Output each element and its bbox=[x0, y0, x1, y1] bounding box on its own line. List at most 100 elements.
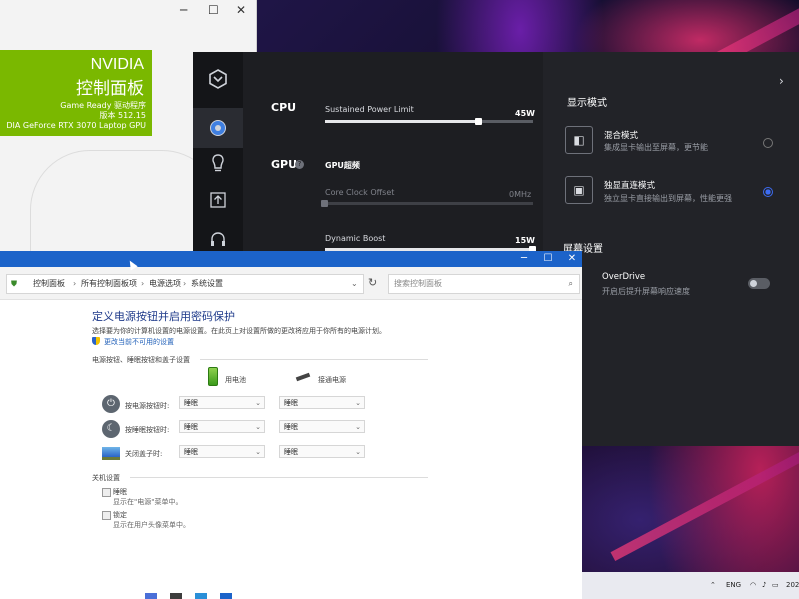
app-logo-icon bbox=[205, 66, 231, 92]
overdrive-title: OverDrive bbox=[602, 272, 646, 282]
tray-chevron-icon[interactable]: ⌃ bbox=[710, 581, 716, 589]
search-icon: ⌕ bbox=[568, 279, 573, 288]
taskbar: ⌃ ENG ◠ ♪ ▭ 202 bbox=[582, 572, 799, 599]
power-button-plugged-select[interactable]: 睡眠 ⌄ bbox=[279, 396, 365, 409]
lock-label: 锁定 bbox=[113, 511, 127, 519]
display-mode-title: 显示模式 bbox=[567, 98, 607, 109]
select-value: 睡眠 bbox=[184, 423, 198, 431]
chevron-down-icon: ⌄ bbox=[355, 399, 361, 407]
nvidia-window-controls: ─ ☐ ✕ bbox=[0, 0, 256, 22]
breadcrumb-system-settings[interactable]: 系统设置 bbox=[191, 275, 223, 293]
chevron-down-icon: ⌄ bbox=[355, 448, 361, 456]
close-icon[interactable]: ✕ bbox=[560, 251, 584, 267]
power-button-icon: ⏻ bbox=[102, 395, 120, 413]
sleep-checkbox[interactable] bbox=[102, 488, 111, 497]
overdrive-toggle[interactable] bbox=[748, 278, 770, 289]
select-value: 睡眠 bbox=[284, 399, 298, 407]
select-value: 睡眠 bbox=[184, 399, 198, 407]
buttons-section-title: 电源按钮、睡眠按钮和盖子设置 bbox=[92, 356, 190, 364]
breadcrumb-separator-icon: › bbox=[141, 279, 145, 288]
performance-icon[interactable] bbox=[205, 115, 231, 141]
headset-icon[interactable] bbox=[205, 226, 231, 252]
breadcrumb-separator-icon: › bbox=[73, 279, 77, 288]
hybrid-mode-radio[interactable] bbox=[763, 138, 773, 148]
page-title: 定义电源按钮并启用密码保护 bbox=[92, 310, 235, 323]
cpu-spl-handle[interactable] bbox=[475, 118, 482, 125]
hybrid-mode-icon: ◧ bbox=[565, 126, 593, 154]
sleep-desc: 显示在"电源"菜单中。 bbox=[113, 498, 183, 506]
plugged-column-header: 接通电源 bbox=[318, 376, 346, 384]
lighting-icon[interactable] bbox=[205, 150, 231, 176]
cpu-label: CPU bbox=[271, 101, 297, 114]
minimize-icon[interactable]: ─ bbox=[512, 251, 536, 267]
discrete-mode-radio[interactable] bbox=[763, 187, 773, 197]
control-panel-icon: ⛊ bbox=[11, 279, 17, 288]
cpu-spl-label: Sustained Power Limit bbox=[325, 105, 414, 114]
lid-close-battery-select[interactable]: 睡眠 ⌄ bbox=[179, 445, 265, 458]
wifi-icon[interactable]: ◠ bbox=[750, 581, 756, 589]
close-icon[interactable]: ✕ bbox=[236, 3, 246, 17]
taskbar-app-icon[interactable] bbox=[145, 593, 157, 599]
volume-icon[interactable]: ♪ bbox=[762, 581, 766, 589]
lock-checkbox[interactable] bbox=[102, 511, 111, 520]
chevron-down-icon: ⌄ bbox=[255, 399, 261, 407]
row-label: 关闭盖子时: bbox=[125, 450, 163, 458]
core-clock-track[interactable] bbox=[325, 202, 533, 205]
search-input[interactable]: 搜索控制面板 ⌕ bbox=[388, 274, 580, 294]
taskbar-app-icon[interactable] bbox=[170, 593, 182, 599]
select-value: 睡眠 bbox=[284, 423, 298, 431]
taskbar-app-icon[interactable] bbox=[195, 593, 207, 599]
battery-tray-icon[interactable]: ▭ bbox=[772, 581, 779, 589]
select-value: 睡眠 bbox=[284, 448, 298, 456]
page-description: 选择要为你的计算机设置的电源设置。在此页上对设置所做的更改将应用于你所有的电源计… bbox=[92, 327, 386, 335]
laptop-lid-icon bbox=[102, 447, 120, 460]
refresh-icon[interactable]: ↻ bbox=[368, 276, 377, 289]
address-dropdown-icon[interactable]: ⌄ bbox=[351, 275, 358, 293]
power-button-battery-select[interactable]: 睡眠 ⌄ bbox=[179, 396, 265, 409]
sleep-label: 睡眠 bbox=[113, 488, 127, 496]
section-divider bbox=[200, 359, 428, 360]
address-bar-area: ⛊ 控制面板 › 所有控制面板项 › 电源选项 › 系统设置 ⌄ ↻ 搜索控制面… bbox=[0, 267, 582, 300]
discrete-mode-icon: ▣ bbox=[565, 176, 593, 204]
lid-close-plugged-select[interactable]: 睡眠 ⌄ bbox=[279, 445, 365, 458]
core-clock-handle[interactable] bbox=[321, 200, 328, 207]
sleep-button-battery-select[interactable]: 睡眠 ⌄ bbox=[179, 420, 265, 433]
control-panel-titlebar: ─ ☐ ✕ bbox=[0, 251, 582, 267]
breadcrumb-power-options[interactable]: 电源选项 bbox=[149, 275, 181, 293]
battery-column-header: 用电池 bbox=[225, 376, 246, 384]
gpu-oc-label: GPU超频 bbox=[325, 161, 360, 170]
breadcrumb-separator-icon: › bbox=[183, 279, 187, 288]
discrete-mode-title: 独显直连模式 bbox=[604, 181, 656, 191]
chevron-down-icon: ⌄ bbox=[355, 423, 361, 431]
chevron-down-icon: ⌄ bbox=[255, 448, 261, 456]
minimize-icon[interactable]: ─ bbox=[180, 3, 187, 17]
expand-chevron-icon[interactable]: › bbox=[779, 74, 784, 88]
breadcrumb-control-panel[interactable]: 控制面板 bbox=[33, 275, 65, 293]
maximize-icon[interactable]: ☐ bbox=[208, 3, 219, 17]
row-label: 按睡眠按钮时: bbox=[125, 426, 170, 434]
lock-desc: 显示在用户头像菜单中。 bbox=[113, 521, 190, 529]
shutdown-section-title: 关机设置 bbox=[92, 474, 120, 482]
update-icon[interactable] bbox=[205, 187, 231, 213]
battery-icon bbox=[208, 367, 218, 386]
nvidia-title: 控制面板 bbox=[76, 79, 144, 99]
core-clock-value: 0MHz bbox=[509, 190, 532, 199]
sleep-button-icon: ☾ bbox=[102, 420, 120, 438]
hybrid-mode-title: 混合模式 bbox=[604, 131, 639, 141]
section-divider bbox=[130, 477, 428, 478]
sleep-button-plugged-select[interactable]: 睡眠 ⌄ bbox=[279, 420, 365, 433]
change-settings-link[interactable]: 更改当前不可用的设置 bbox=[104, 337, 174, 347]
shield-icon bbox=[92, 337, 100, 345]
plug-icon bbox=[295, 372, 311, 382]
nvidia-banner: NVIDIA 控制面板 Game Ready 驱动程序 版本 512.15 DI… bbox=[0, 50, 152, 136]
language-indicator[interactable]: ENG bbox=[726, 581, 741, 589]
maximize-icon[interactable]: ☐ bbox=[536, 251, 560, 267]
gpu-info-icon[interactable]: ? bbox=[295, 160, 304, 169]
taskbar-app-icon[interactable] bbox=[220, 593, 232, 599]
clock-text[interactable]: 202 bbox=[786, 581, 799, 589]
dynamic-boost-value: 15W bbox=[515, 236, 535, 245]
control-panel-window: ─ ☐ ✕ ⛊ 控制面板 › 所有控制面板项 › 电源选项 › 系统设置 ⌄ ↻… bbox=[0, 251, 582, 599]
address-bar[interactable]: ⛊ 控制面板 › 所有控制面板项 › 电源选项 › 系统设置 ⌄ bbox=[6, 274, 364, 294]
breadcrumb-all-items[interactable]: 所有控制面板项 bbox=[81, 275, 137, 293]
dynamic-boost-label: Dynamic Boost bbox=[325, 234, 386, 243]
